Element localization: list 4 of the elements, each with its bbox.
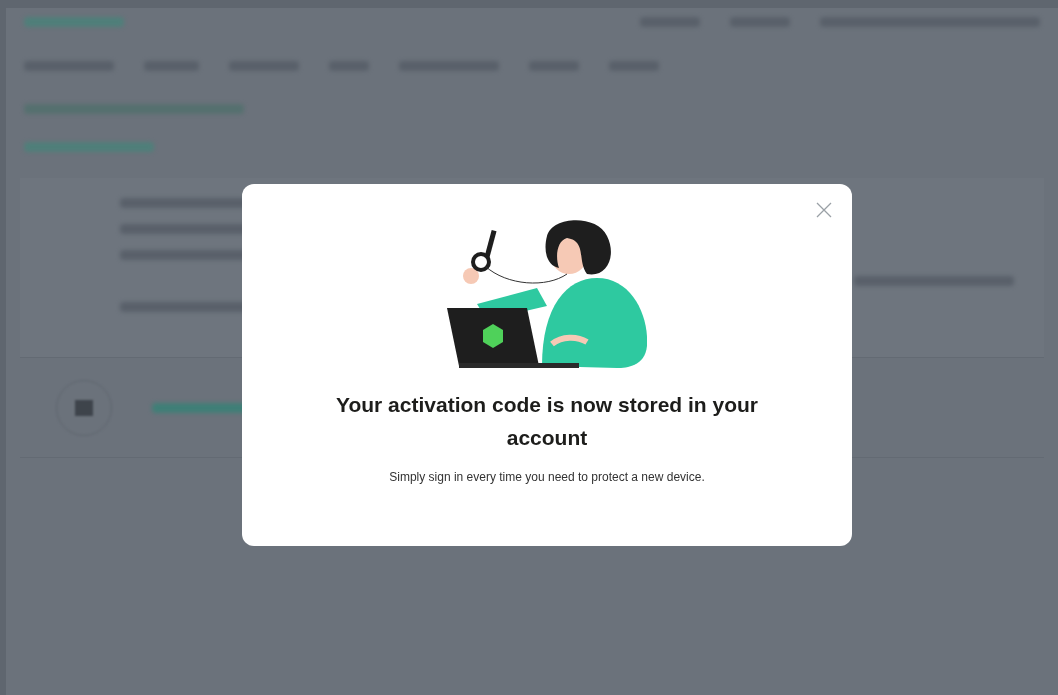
dialog-title: Your activation code is now stored in your account [335, 392, 759, 451]
close-button[interactable] [814, 200, 834, 220]
close-icon [816, 202, 832, 218]
dialog-message: Simply sign in every time you need to protect a new device. [389, 469, 705, 486]
